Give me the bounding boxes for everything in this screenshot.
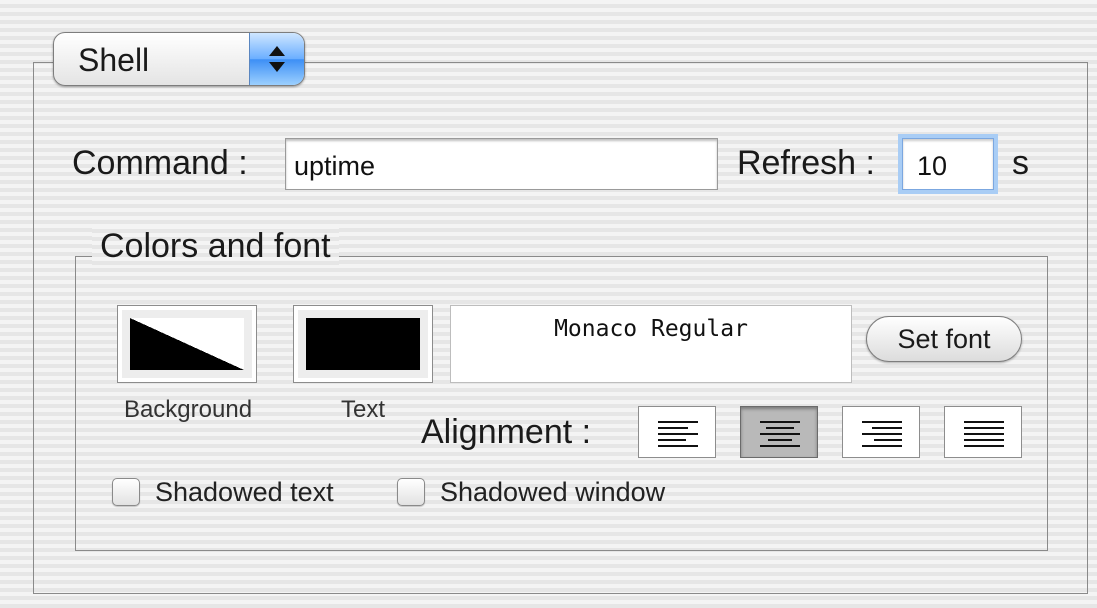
align-left-button[interactable] xyxy=(638,406,716,458)
justify-align-icon xyxy=(964,421,1004,447)
shadowed-window-label[interactable]: Shadowed window xyxy=(440,476,665,508)
set-font-button[interactable]: Set font xyxy=(866,316,1022,362)
shadowed-window-checkbox[interactable] xyxy=(397,478,425,506)
refresh-unit-label: s xyxy=(1012,144,1029,182)
background-caption: Background xyxy=(123,396,253,423)
align-justify-button[interactable] xyxy=(944,406,1022,458)
alignment-label: Alignment : xyxy=(421,413,592,451)
text-color-swatch xyxy=(306,318,420,370)
refresh-label: Refresh : xyxy=(737,144,875,182)
align-right-button[interactable] xyxy=(842,406,920,458)
colors-and-font-title: Colors and font xyxy=(92,225,339,267)
shadowed-text-checkbox[interactable] xyxy=(112,478,140,506)
text-caption: Text xyxy=(340,396,385,423)
right-align-icon xyxy=(862,421,902,447)
align-center-button[interactable] xyxy=(740,406,818,458)
command-label: Command : xyxy=(72,144,248,182)
text-color-well[interactable] xyxy=(293,305,433,383)
type-popup-button[interactable]: Shell xyxy=(53,32,305,86)
center-align-icon xyxy=(760,421,800,447)
background-color-swatch xyxy=(130,318,244,370)
popup-selected-label: Shell xyxy=(78,42,150,78)
left-align-icon xyxy=(658,421,698,447)
background-color-well[interactable] xyxy=(117,305,257,383)
refresh-field[interactable]: 10 xyxy=(902,138,994,190)
font-preview: Monaco Regular xyxy=(450,305,852,383)
command-field[interactable]: uptime xyxy=(285,138,718,190)
shadowed-text-label[interactable]: Shadowed text xyxy=(155,476,334,508)
updown-arrows-icon xyxy=(249,33,304,85)
